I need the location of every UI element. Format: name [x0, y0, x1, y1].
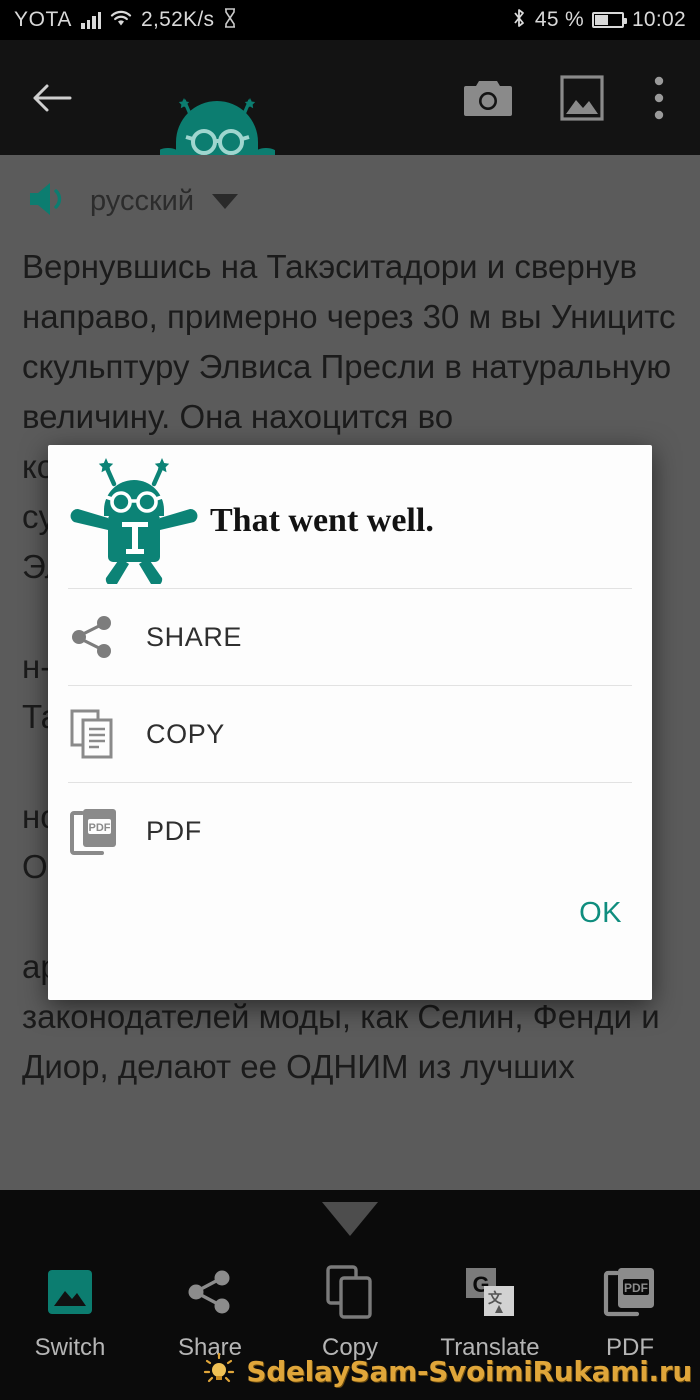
share-icon	[184, 1262, 236, 1322]
overflow-menu-button[interactable]	[642, 70, 676, 126]
robot-mascot-icon	[70, 452, 198, 589]
dialog-title: That went well.	[210, 501, 434, 539]
svg-text:PDF: PDF	[89, 822, 111, 834]
lightbulb-icon	[202, 1352, 236, 1391]
back-button[interactable]	[24, 70, 80, 126]
bottom-item-translate[interactable]: G 文 Translate	[420, 1262, 560, 1362]
battery-icon	[591, 12, 627, 28]
language-selector[interactable]: русский	[0, 155, 700, 234]
bottom-item-label: Switch	[34, 1334, 106, 1361]
collapse-panel-button[interactable]	[322, 1202, 378, 1236]
share-icon	[70, 615, 132, 659]
chevron-down-icon[interactable]	[212, 194, 239, 209]
gallery-button[interactable]	[554, 70, 610, 126]
camera-button[interactable]	[460, 70, 516, 126]
hourglass-icon	[223, 7, 237, 33]
app-toolbar	[0, 40, 700, 155]
ok-button[interactable]: OK	[579, 897, 622, 930]
status-bar: YOTA 2,52K/s 45 % 10:02	[0, 0, 700, 40]
battery-percent-label: 45 %	[534, 8, 584, 31]
wifi-icon	[110, 9, 132, 32]
site-watermark: SdelaySam-SvoimiRukami.ru	[202, 1352, 692, 1391]
speaker-icon[interactable]	[26, 179, 72, 224]
phone-screen: YOTA 2,52K/s 45 % 10:02 русский Вернувши…	[0, 0, 700, 1400]
bottom-item-copy[interactable]: Copy	[280, 1262, 420, 1362]
result-dialog: That went well. SHARE COPY PDF PDF OK	[48, 445, 652, 1000]
dialog-row-pdf[interactable]: PDF PDF	[48, 783, 652, 879]
dialog-row-copy[interactable]: COPY	[48, 686, 652, 782]
bluetooth-icon	[511, 7, 527, 34]
dialog-row-share[interactable]: SHARE	[48, 589, 652, 685]
dialog-header: That went well.	[48, 445, 652, 588]
pdf-icon: PDF	[70, 807, 132, 855]
bottom-item-pdf[interactable]: PDF PDF	[560, 1262, 700, 1362]
clock-label: 10:02	[631, 8, 686, 31]
data-rate-label: 2,52K/s	[141, 8, 215, 31]
copy-icon	[70, 709, 132, 759]
pdf-icon: PDF	[603, 1262, 657, 1322]
svg-text:文: 文	[488, 1290, 503, 1306]
watermark-text: SdelaySam-SvoimiRukami.ru	[246, 1355, 692, 1388]
svg-text:PDF: PDF	[624, 1281, 648, 1295]
bottom-item-switch[interactable]: Switch	[0, 1262, 140, 1362]
google-translate-icon: G 文	[463, 1262, 517, 1322]
signal-bars-icon	[81, 11, 102, 29]
bottom-item-share[interactable]: Share	[140, 1262, 280, 1362]
dialog-row-label: SHARE	[146, 621, 243, 652]
language-label: русский	[90, 185, 195, 217]
dialog-row-label: COPY	[146, 718, 225, 749]
dialog-actions: OK	[48, 879, 652, 930]
copy-icon	[324, 1262, 376, 1322]
carrier-label: YOTA	[14, 8, 73, 31]
dialog-row-label: PDF	[146, 815, 202, 846]
image-switch-icon	[44, 1262, 96, 1322]
